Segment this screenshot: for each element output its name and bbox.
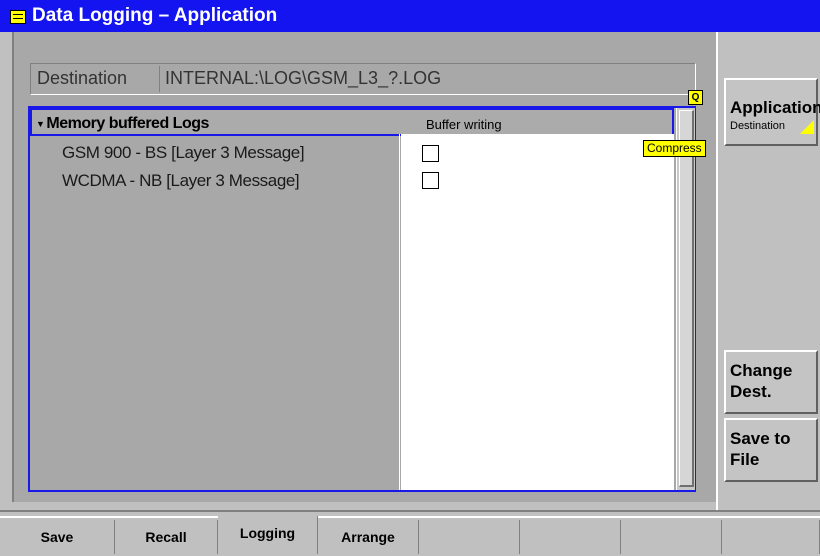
- tree-header[interactable]: ▼ Memory buffered Logs: [36, 115, 209, 133]
- destination-label: Destination: [37, 68, 128, 88]
- destination-field: Destination INTERNAL:\LOG\GSM_L3_?.LOG: [30, 63, 696, 95]
- log-row-wcdma-buffer-checkbox[interactable]: [422, 172, 439, 189]
- compress-tag: Compress: [643, 140, 706, 157]
- application-softkey[interactable]: Application Destination: [724, 78, 820, 146]
- table-header-row[interactable]: ▼ Memory buffered Logs Buffer writing: [30, 108, 674, 136]
- logs-table: ▼ Memory buffered Logs Buffer writing: [28, 106, 696, 492]
- application-softkey-subtitle: Destination: [730, 120, 786, 132]
- log-row-gsm900-buffer-checkbox[interactable]: [422, 145, 439, 162]
- log-row-wcdma-label[interactable]: WCDMA - NB [Layer 3 Message]: [62, 171, 300, 191]
- tab-empty-6[interactable]: [520, 520, 621, 554]
- softkey-divider: [716, 32, 718, 510]
- scrollbar-thumb[interactable]: [679, 110, 694, 487]
- query-icon: Q: [688, 90, 703, 105]
- save-to-file-label: Save to File: [730, 429, 791, 469]
- tree-header-label: Memory buffered Logs: [46, 115, 209, 132]
- collapse-arrow-icon[interactable]: ▼: [36, 119, 45, 129]
- buffer-writing-header: Buffer writing: [426, 117, 502, 132]
- destination-separator: [159, 66, 160, 92]
- destination-value: INTERNAL:\LOG\GSM_L3_?.LOG: [165, 68, 442, 88]
- hotkey-bar: Save Recall Logging Arrange: [0, 516, 820, 556]
- window-titlebar: Data Logging – Application: [0, 0, 820, 32]
- tab-recall[interactable]: Recall: [115, 520, 218, 554]
- bottom-separator: [0, 510, 820, 512]
- tab-empty-7[interactable]: [621, 520, 722, 554]
- tab-save[interactable]: Save: [0, 520, 115, 554]
- tab-empty-5[interactable]: [419, 520, 520, 554]
- tab-empty-8[interactable]: [722, 520, 820, 554]
- tab-logging[interactable]: Logging: [218, 516, 318, 554]
- application-softkey-title: Application: [730, 98, 820, 117]
- window-title: Data Logging – Application: [32, 5, 278, 26]
- softkey-marker-icon: [800, 120, 814, 134]
- change-dest-softkey[interactable]: Change Dest.: [724, 350, 818, 414]
- save-to-file-softkey[interactable]: Save to File: [724, 418, 818, 482]
- log-row-gsm900-label[interactable]: GSM 900 - BS [Layer 3 Message]: [62, 143, 305, 163]
- tab-arrange[interactable]: Arrange: [318, 520, 419, 554]
- column-divider: [399, 134, 400, 490]
- change-dest-label: Change Dest.: [730, 361, 793, 401]
- window-menu-icon[interactable]: [10, 10, 26, 24]
- vertical-scrollbar[interactable]: [676, 108, 695, 490]
- buffer-column-area: [401, 134, 674, 490]
